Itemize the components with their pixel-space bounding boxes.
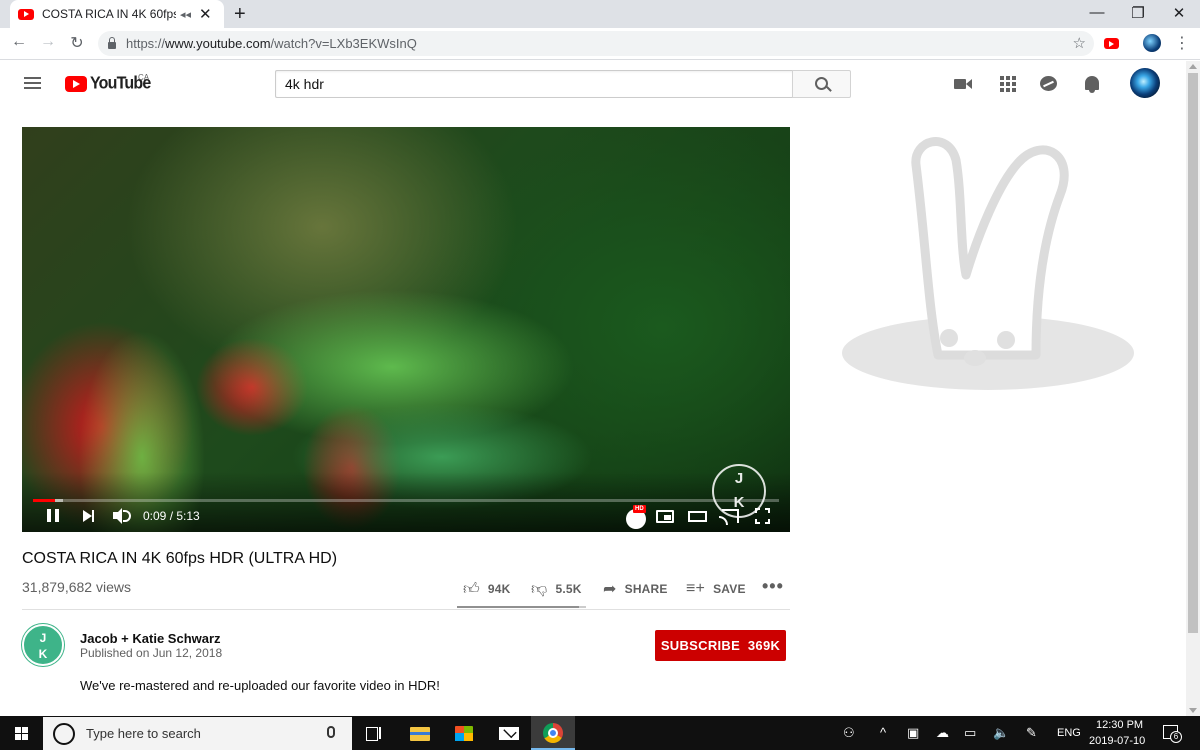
tablet-mode-icon[interactable]: ▣ <box>907 725 919 741</box>
country-code: CA <box>138 73 149 82</box>
browser-profile-avatar[interactable] <box>1143 34 1161 52</box>
windows-taskbar: Type here to search ⚇ ^ ▣ ☁ ▭ 🔈 ✎ <box>0 716 1200 750</box>
windows-start-icon[interactable] <box>15 727 28 740</box>
pen-ink-icon[interactable]: ✎ <box>1026 725 1037 741</box>
messages-icon[interactable] <box>1039 74 1059 94</box>
youtube-play-icon <box>65 76 87 92</box>
apps-grid-icon[interactable] <box>998 74 1018 94</box>
share-arrow-icon: ➦ <box>603 579 617 599</box>
cortana-icon <box>53 723 75 745</box>
thumbs-up-icon: 👍︎ <box>463 580 480 599</box>
microsoft-store-icon[interactable] <box>442 716 486 750</box>
video-title: COSTA RICA IN 4K 60fps HDR (ULTRA HD) <box>22 550 337 568</box>
section-divider <box>22 609 790 610</box>
language-indicator[interactable]: ENG <box>1057 727 1081 739</box>
progress-played <box>33 499 55 502</box>
theater-mode-icon[interactable] <box>688 508 707 524</box>
scroll-down-arrow-icon[interactable] <box>1189 708 1197 713</box>
like-count: 94K <box>488 582 511 596</box>
file-explorer-icon[interactable] <box>398 716 442 750</box>
like-ratio-fill <box>457 606 579 608</box>
tab-title: COSTA RICA IN 4K 60fps HDR (ULTRA HD) <box>42 7 176 21</box>
mail-icon[interactable] <box>487 716 531 750</box>
back-button[interactable]: ← <box>8 33 30 51</box>
time-display: 0:09 / 5:13 <box>143 509 200 523</box>
like-dislike-bar <box>457 606 586 608</box>
task-view-icon[interactable] <box>352 716 396 750</box>
scroll-thumb[interactable] <box>1188 73 1198 633</box>
next-video-icon[interactable] <box>83 508 97 524</box>
battery-icon[interactable]: ▭ <box>964 725 976 741</box>
account-avatar[interactable] <box>1130 68 1160 98</box>
subscribe-button[interactable]: SUBSCRIBE 369K <box>655 630 786 661</box>
chrome-icon[interactable] <box>531 716 575 750</box>
youtube-favicon-icon <box>18 9 34 20</box>
share-label: SHARE <box>625 582 668 596</box>
page-scrollbar[interactable] <box>1186 61 1200 716</box>
video-description: We've re-mastered and re-uploaded our fa… <box>80 678 440 693</box>
browser-tab[interactable]: COSTA RICA IN 4K 60fps HDR (ULTRA HD) ◂◂… <box>10 0 224 28</box>
youtube-header: YouTube CA <box>0 61 1186 107</box>
hamburger-menu-icon[interactable] <box>24 77 41 89</box>
reload-button[interactable]: ↻ <box>66 33 88 53</box>
volume-tray-icon[interactable]: 🔈 <box>993 725 1009 741</box>
publish-date: Published on Jun 12, 2018 <box>80 646 222 660</box>
cast-icon[interactable] <box>719 508 739 524</box>
clock-time[interactable]: 12:30 PM <box>1096 719 1143 731</box>
dislike-count: 5.5K <box>555 582 581 596</box>
microphone-icon[interactable] <box>327 726 335 738</box>
create-video-icon[interactable] <box>953 74 973 94</box>
view-count: 31,879,682 views <box>22 579 131 595</box>
notifications-bell-icon[interactable] <box>1082 74 1102 94</box>
miniplayer-icon[interactable] <box>656 508 674 524</box>
video-player[interactable]: JK 0:09 / 5:13 HD <box>22 127 790 532</box>
scroll-up-arrow-icon[interactable] <box>1189 64 1197 69</box>
thumbs-down-icon: 👎︎ <box>531 580 547 599</box>
speaker-icon[interactable]: ◂◂ <box>180 8 191 21</box>
like-button[interactable]: 👍︎ 94K <box>463 580 511 598</box>
onedrive-cloud-icon[interactable]: ☁ <box>936 725 949 741</box>
pause-icon[interactable] <box>47 508 59 524</box>
search-button[interactable] <box>792 70 851 98</box>
bookmark-star-icon[interactable]: ☆ <box>1073 34 1086 52</box>
save-label: SAVE <box>713 582 746 596</box>
taskbar-search-placeholder: Type here to search <box>86 726 201 741</box>
window-close-button[interactable]: ✕ <box>1159 4 1199 22</box>
dislike-button[interactable]: 👎︎ 5.5K <box>531 580 582 598</box>
youtube-extension-icon[interactable] <box>1104 38 1119 49</box>
tab-close-icon[interactable]: ✕ <box>199 7 212 22</box>
save-button[interactable]: ≡+ SAVE <box>686 580 746 598</box>
lock-icon <box>108 42 116 49</box>
progress-bar[interactable] <box>33 499 779 502</box>
channel-avatar[interactable]: JK <box>22 624 64 666</box>
new-tab-button[interactable]: + <box>234 3 246 26</box>
url-text: https://www.youtube.com/watch?v=LXb3EKWs… <box>126 36 417 51</box>
tray-chevron-icon[interactable]: ^ <box>880 725 886 740</box>
channel-name[interactable]: Jacob + Katie Schwarz <box>80 631 221 646</box>
hd-badge: HD <box>633 505 646 513</box>
browser-tab-strip: COSTA RICA IN 4K 60fps HDR (ULTRA HD) ◂◂… <box>0 0 1200 28</box>
fullscreen-icon[interactable] <box>755 508 770 524</box>
share-button[interactable]: ➦ SHARE <box>603 580 668 598</box>
browser-toolbar: ← → ↻ https://www.youtube.com/watch?v=LX… <box>0 28 1200 60</box>
forward-button[interactable]: → <box>37 33 59 51</box>
bunny-placeholder-icon <box>838 125 1138 395</box>
people-icon[interactable]: ⚇ <box>843 725 855 741</box>
browser-menu-icon[interactable]: ⋮ <box>1174 33 1190 53</box>
player-controls-gradient <box>22 472 790 532</box>
address-bar[interactable]: https://www.youtube.com/watch?v=LXb3EKWs… <box>98 31 1094 56</box>
more-actions-button[interactable]: ••• <box>762 577 784 595</box>
volume-icon[interactable] <box>113 508 133 524</box>
clock-date[interactable]: 2019-07-10 <box>1089 735 1145 747</box>
taskbar-search-box[interactable]: Type here to search <box>43 717 352 750</box>
minimize-button[interactable]: — <box>1077 4 1117 21</box>
restore-button[interactable]: ❐ <box>1118 4 1158 22</box>
playlist-add-icon: ≡+ <box>686 580 705 598</box>
search-input[interactable] <box>275 70 793 98</box>
notification-count-badge: 6 <box>1170 731 1182 743</box>
